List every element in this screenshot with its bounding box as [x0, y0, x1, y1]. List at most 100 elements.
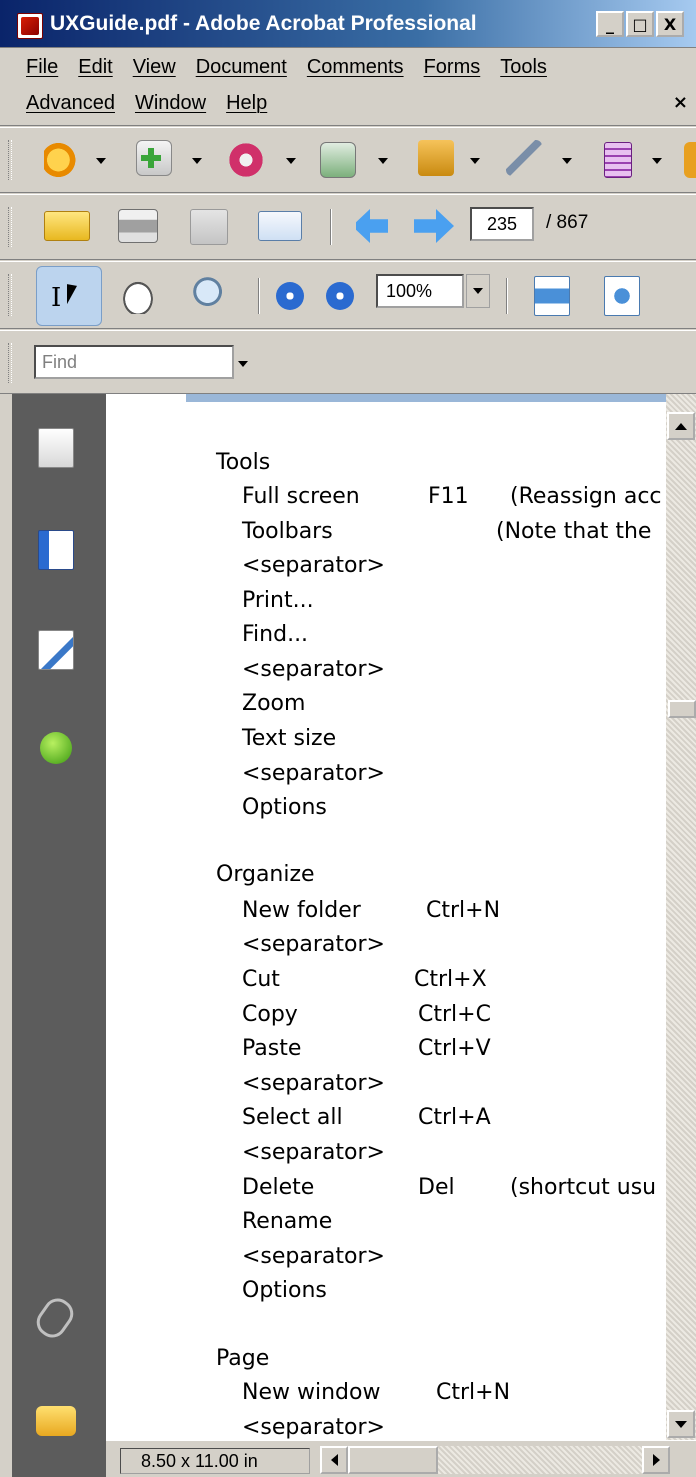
toolbar-grip[interactable]	[8, 207, 12, 247]
doc-line: Cut	[242, 967, 280, 992]
email-icon[interactable]	[258, 211, 302, 241]
minimize-icon: _	[606, 14, 614, 34]
chevron-down-icon[interactable]	[286, 158, 296, 164]
menu-advanced[interactable]: Advanced	[26, 92, 115, 115]
fit-page-icon[interactable]	[604, 276, 640, 316]
horizontal-scrollbar[interactable]	[320, 1446, 670, 1474]
horizontal-scroll-thumb[interactable]	[348, 1446, 438, 1474]
sign-pen-icon[interactable]	[506, 140, 542, 176]
doc-line: <separator>	[242, 553, 385, 578]
doc-line: Text size	[242, 726, 337, 751]
zoom-tool-icon[interactable]	[190, 274, 234, 318]
zoom-toolbar: I 100%	[0, 261, 696, 329]
select-tool-icon[interactable]: I	[36, 266, 102, 326]
window-title: UXGuide.pdf - Adobe Acrobat Professional	[50, 12, 477, 35]
menu-document[interactable]: Document	[196, 56, 287, 79]
chevron-down-icon	[473, 288, 483, 294]
previous-page-icon[interactable]	[352, 209, 392, 243]
find-input[interactable]: Find	[34, 345, 234, 379]
bookmarks-icon[interactable]	[38, 530, 74, 570]
scroll-down-button[interactable]	[667, 1410, 695, 1438]
more-tools-icon[interactable]	[684, 142, 696, 178]
page-number-input[interactable]: 235	[470, 207, 534, 241]
menu-tools[interactable]: Tools	[500, 56, 547, 79]
doc-line: <separator>	[242, 1140, 385, 1165]
menu-file[interactable]: File	[26, 56, 58, 79]
doc-line: <separator>	[242, 1071, 385, 1096]
doc-line: Copy	[242, 1002, 298, 1027]
arrow-left-icon	[330, 1454, 338, 1466]
menu-view[interactable]: View	[133, 56, 176, 79]
toolbar-separator	[330, 209, 332, 245]
doc-heading-organize: Organize	[216, 862, 315, 887]
document-close-button[interactable]: ×	[673, 92, 688, 113]
doc-line: Options	[242, 1278, 327, 1303]
doc-line: Options	[242, 795, 327, 820]
doc-line: <separator>	[242, 1244, 385, 1269]
secure-lock-icon[interactable]	[418, 140, 454, 176]
page-size-readout: 8.50 x 11.00 in	[120, 1448, 310, 1474]
print-icon[interactable]	[118, 209, 158, 243]
close-icon: X	[663, 14, 677, 34]
zoom-out-icon[interactable]	[276, 282, 304, 310]
chevron-down-icon[interactable]	[652, 158, 662, 164]
doc-shortcut: F11	[428, 484, 469, 509]
chevron-down-icon[interactable]	[96, 158, 106, 164]
scroll-right-button[interactable]	[642, 1446, 670, 1474]
document-page: Tools Full screen F11 (Reassign acc Tool…	[106, 394, 666, 1440]
vertical-scrollbar[interactable]	[666, 394, 696, 1440]
file-toolbar: 235 / 867	[0, 194, 696, 260]
attachments-icon[interactable]	[31, 1293, 79, 1343]
page-header-strip	[186, 394, 666, 402]
fit-width-icon[interactable]	[534, 276, 570, 316]
toolbar-grip[interactable]	[8, 140, 12, 180]
zoom-level-input[interactable]: 100%	[376, 274, 464, 308]
doc-line: Zoom	[242, 691, 306, 716]
zoom-dropdown[interactable]	[466, 274, 490, 308]
scroll-left-button[interactable]	[320, 1446, 348, 1474]
pages-icon[interactable]	[38, 428, 74, 468]
doc-note: (Reassign acc	[510, 484, 662, 509]
export-icon[interactable]	[228, 142, 264, 178]
open-folder-icon[interactable]	[44, 211, 90, 241]
review-icon[interactable]	[320, 142, 356, 178]
maximize-button[interactable]: □	[626, 11, 654, 37]
comments-icon[interactable]	[36, 1406, 76, 1436]
menu-edit[interactable]: Edit	[78, 56, 112, 79]
toolbar-separator	[506, 278, 508, 314]
create-pdf-icon[interactable]	[44, 142, 80, 178]
forms-icon[interactable]	[604, 142, 632, 178]
minimize-button[interactable]: _	[596, 11, 624, 37]
toolbar-grip[interactable]	[8, 343, 12, 383]
menu-forms[interactable]: Forms	[424, 56, 481, 79]
save-icon[interactable]	[190, 209, 228, 245]
menu-help[interactable]: Help	[226, 92, 267, 115]
menu-window[interactable]: Window	[135, 92, 206, 115]
combine-files-icon[interactable]	[136, 140, 172, 176]
chevron-down-icon[interactable]	[562, 158, 572, 164]
doc-line: Delete	[242, 1175, 315, 1200]
doc-line: New window	[242, 1380, 381, 1405]
menu-row-1: File Edit View Document Comments Forms T…	[26, 56, 547, 79]
doc-shortcut: Del	[418, 1175, 455, 1200]
page-count: / 867	[546, 212, 589, 233]
menu-comments[interactable]: Comments	[307, 56, 404, 79]
arrow-up-icon	[675, 422, 687, 430]
vertical-scroll-thumb[interactable]	[668, 700, 696, 718]
hand-tool-icon[interactable]	[118, 276, 158, 314]
help-icon[interactable]	[40, 732, 72, 764]
next-page-icon[interactable]	[414, 209, 454, 243]
find-options-chevron-icon[interactable]	[238, 361, 248, 367]
toolbar-grip[interactable]	[8, 274, 12, 316]
chevron-down-icon[interactable]	[192, 158, 202, 164]
zoom-in-icon[interactable]	[326, 282, 354, 310]
toolbar-separator	[258, 278, 260, 314]
chevron-down-icon[interactable]	[378, 158, 388, 164]
close-button[interactable]: X	[656, 11, 684, 37]
scroll-up-button[interactable]	[667, 412, 695, 440]
doc-shortcut: Ctrl+A	[418, 1105, 491, 1130]
doc-line: <separator>	[242, 932, 385, 957]
signatures-icon[interactable]	[38, 630, 74, 670]
menu-row-2: Advanced Window Help	[26, 92, 267, 115]
chevron-down-icon[interactable]	[470, 158, 480, 164]
